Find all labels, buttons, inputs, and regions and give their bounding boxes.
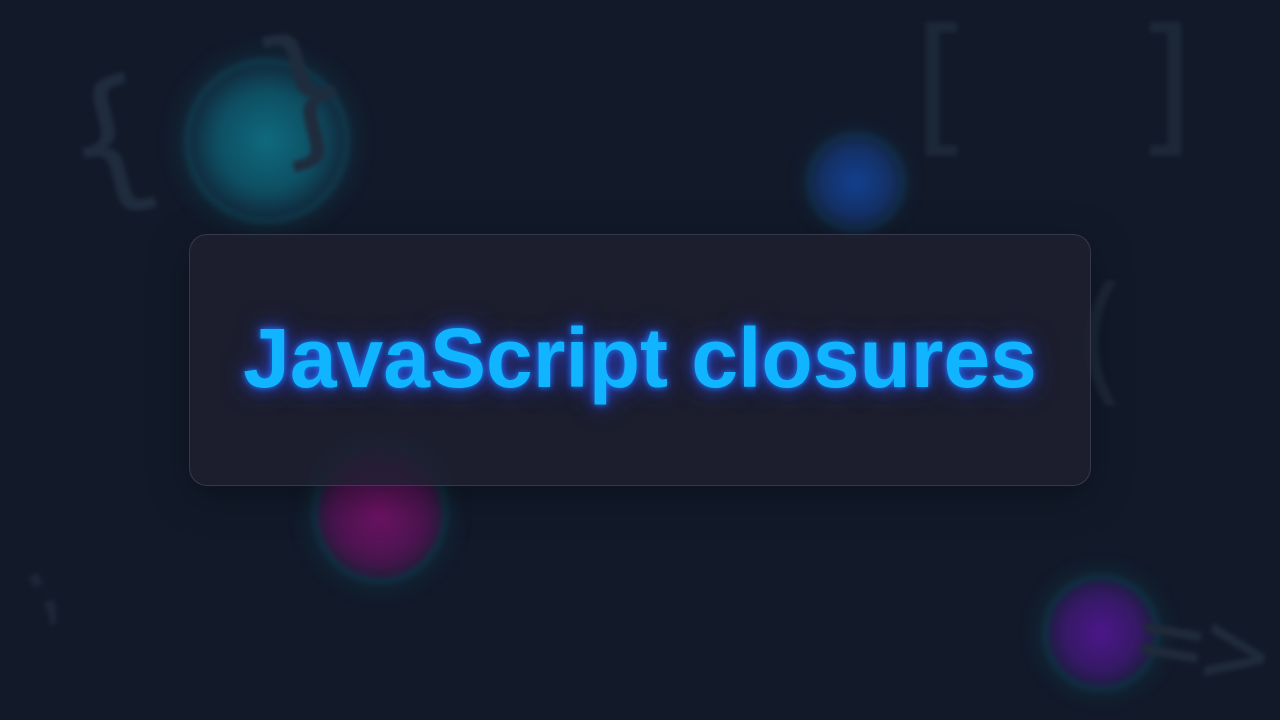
title-card: JavaScript closures: [189, 234, 1091, 486]
square-brackets-symbol: [ ]: [892, 0, 1241, 172]
semicolon-symbol: ;: [0, 535, 83, 640]
arrow-function-symbol: =>: [1127, 570, 1280, 720]
curly-braces-symbol: { }: [45, 0, 380, 236]
slide-title: JavaScript closures: [243, 310, 1037, 405]
title-slide: { } [ ] ( ; => JavaScript closures: [0, 0, 1280, 720]
blue-orb-decoration: [812, 138, 900, 226]
